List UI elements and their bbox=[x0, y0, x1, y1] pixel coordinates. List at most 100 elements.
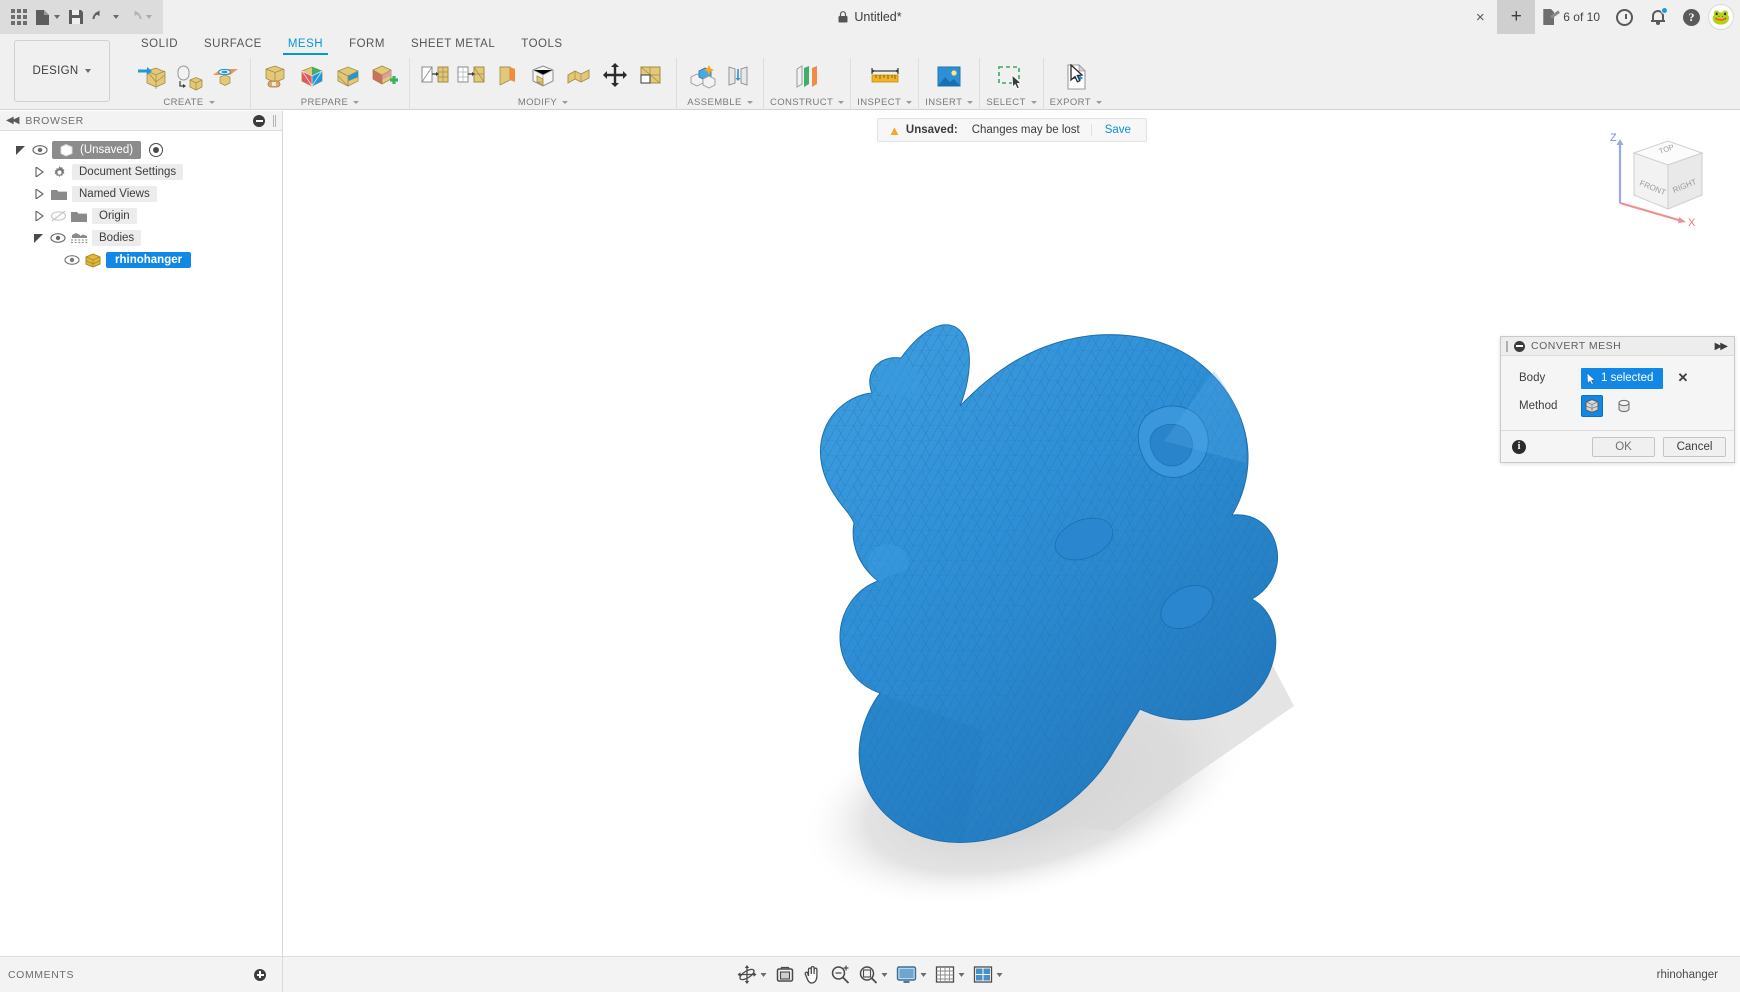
body-selection-chip[interactable]: 1 selected bbox=[1581, 367, 1664, 389]
history-button[interactable] bbox=[1608, 0, 1641, 34]
offset-plane-icon[interactable] bbox=[790, 60, 824, 94]
zoom-icon[interactable] bbox=[827, 962, 854, 988]
panel-label-insert[interactable]: INSERT bbox=[925, 96, 974, 108]
workspace-switcher[interactable]: DESIGN bbox=[14, 40, 110, 102]
tab-form[interactable]: FORM bbox=[336, 34, 398, 55]
new-document-button[interactable] bbox=[32, 4, 63, 30]
collapse-icon[interactable] bbox=[1514, 340, 1525, 352]
measure-icon[interactable] bbox=[868, 60, 902, 94]
apps-grid-button[interactable] bbox=[6, 4, 32, 30]
expander-right-icon[interactable] bbox=[32, 167, 46, 177]
mesh-plane-icon[interactable] bbox=[208, 60, 242, 94]
minimize-icon[interactable] bbox=[253, 114, 265, 127]
visibility-eye-hidden-icon[interactable] bbox=[50, 209, 67, 223]
undo-button[interactable] bbox=[89, 4, 122, 30]
dialog-grip[interactable] bbox=[1506, 340, 1508, 352]
tab-sheet-metal[interactable]: SHEET METAL bbox=[398, 34, 508, 55]
forward-arrows-icon[interactable]: ▶▶ bbox=[1715, 341, 1729, 352]
close-tab-button[interactable]: × bbox=[1463, 0, 1497, 34]
visibility-eye-icon[interactable] bbox=[64, 254, 80, 267]
expander-down-icon[interactable] bbox=[14, 145, 28, 155]
mesh-separate-icon[interactable] bbox=[454, 60, 488, 94]
root-node-chip[interactable]: (Unsaved) bbox=[52, 141, 142, 159]
expander-right-icon[interactable] bbox=[32, 211, 46, 221]
insert-image-icon[interactable] bbox=[932, 60, 966, 94]
export-icon[interactable] bbox=[1059, 60, 1093, 94]
tab-surface[interactable]: SURFACE bbox=[191, 34, 275, 55]
ok-button[interactable]: OK bbox=[1592, 436, 1655, 457]
title-bar: Untitled* × + 6 of 10 ? 🐸 bbox=[0, 0, 1740, 34]
panel-label-select[interactable]: SELECT bbox=[986, 96, 1037, 108]
expander-right-icon[interactable] bbox=[32, 189, 46, 199]
joint-icon[interactable] bbox=[721, 60, 755, 94]
look-at-icon[interactable] bbox=[772, 962, 799, 988]
notifications-button[interactable] bbox=[1641, 0, 1675, 34]
new-component-icon[interactable] bbox=[685, 60, 719, 94]
save-button[interactable] bbox=[63, 4, 89, 30]
mesh-reduce-icon[interactable] bbox=[331, 60, 365, 94]
mesh-remesh-icon[interactable] bbox=[295, 60, 329, 94]
tab-solid[interactable]: SOLID bbox=[128, 34, 191, 55]
select-window-icon[interactable] bbox=[994, 60, 1028, 94]
tree-item-origin[interactable]: Origin bbox=[0, 205, 282, 227]
new-tab-button[interactable]: + bbox=[1497, 0, 1536, 34]
tree-item-document-settings[interactable]: Document Settings bbox=[0, 161, 282, 183]
clear-selection-icon[interactable]: ✕ bbox=[1677, 370, 1688, 386]
tree-item-bodies[interactable]: Bodies bbox=[0, 227, 282, 249]
clock-history-icon bbox=[1616, 8, 1633, 26]
redo-button[interactable] bbox=[122, 4, 155, 30]
visibility-eye-icon[interactable] bbox=[50, 232, 66, 245]
viewport[interactable]: ▲ Unsaved: Changes may be lost Save Z X … bbox=[284, 111, 1740, 956]
mesh-reverse-normal-icon[interactable] bbox=[490, 60, 524, 94]
panel-label-assemble[interactable]: ASSEMBLE bbox=[687, 96, 753, 108]
display-settings-icon[interactable] bbox=[893, 962, 931, 988]
orbit-icon[interactable] bbox=[734, 962, 771, 988]
panel-label-prepare[interactable]: PREPARE bbox=[301, 96, 360, 108]
frog-avatar[interactable]: 🐸 bbox=[1708, 4, 1734, 30]
organic-method-icon[interactable] bbox=[1613, 395, 1635, 417]
comments-panel-header[interactable]: COMMENTS bbox=[0, 957, 283, 992]
panel-label-export[interactable]: EXPORT bbox=[1050, 96, 1102, 108]
visibility-eye-icon[interactable] bbox=[32, 144, 48, 157]
zoom-window-icon[interactable] bbox=[855, 962, 892, 988]
panel-construct: CONSTRUCT bbox=[763, 58, 850, 110]
info-icon[interactable]: i bbox=[1512, 439, 1526, 454]
view-cube[interactable]: Z X TOP FRONT RIGHT bbox=[1602, 127, 1722, 227]
tree-item-unsaved[interactable]: (Unsaved) bbox=[0, 139, 282, 161]
panel-label-create[interactable]: CREATE bbox=[163, 96, 215, 108]
tree-item-rhinohanger[interactable]: rhinohanger bbox=[0, 249, 282, 271]
collapse-left-icon[interactable]: ◀◀ bbox=[6, 115, 19, 126]
mesh-to-brep-icon[interactable] bbox=[172, 60, 206, 94]
mesh-merge-icon[interactable] bbox=[367, 60, 401, 94]
mesh-extrude-icon[interactable] bbox=[562, 60, 596, 94]
viewport-layout-icon[interactable] bbox=[970, 962, 1007, 988]
add-comment-icon[interactable] bbox=[254, 968, 266, 981]
help-button[interactable]: ? bbox=[1675, 0, 1708, 34]
cancel-button[interactable]: Cancel bbox=[1663, 436, 1726, 457]
panel-resize-grip[interactable] bbox=[273, 114, 276, 127]
dialog-row-body: Body 1 selected ✕ bbox=[1501, 364, 1734, 392]
faceted-method-icon[interactable] bbox=[1581, 395, 1603, 417]
mesh-plane-cut-icon[interactable] bbox=[418, 60, 452, 94]
mesh-section-icon[interactable] bbox=[634, 60, 668, 94]
tree-item-named-views[interactable]: Named Views bbox=[0, 183, 282, 205]
panel-label-construct[interactable]: CONSTRUCT bbox=[770, 96, 845, 108]
rhinohanger-mesh-body[interactable] bbox=[284, 111, 1740, 956]
panel-label-modify[interactable]: MODIFY bbox=[518, 96, 569, 108]
create-mesh-icon[interactable] bbox=[136, 60, 170, 94]
expander-down-icon[interactable] bbox=[32, 233, 46, 243]
mesh-delete-faces-icon[interactable] bbox=[526, 60, 560, 94]
job-status-button[interactable]: 6 of 10 bbox=[1535, 0, 1608, 34]
mesh-move-icon[interactable] bbox=[598, 60, 632, 94]
browser-header: ◀◀ BROWSER bbox=[0, 111, 282, 131]
activate-component-icon[interactable] bbox=[149, 143, 164, 157]
tree-label-bodies: Bodies bbox=[92, 230, 142, 246]
panel-label-inspect[interactable]: INSPECT bbox=[857, 96, 913, 108]
grid-snaps-icon[interactable] bbox=[932, 962, 969, 988]
dialog-header[interactable]: CONVERT MESH ▶▶ bbox=[1501, 337, 1734, 356]
mesh-repair-icon[interactable] bbox=[259, 60, 293, 94]
gear-icon bbox=[50, 164, 68, 180]
tab-tools[interactable]: TOOLS bbox=[508, 34, 575, 55]
pan-icon[interactable] bbox=[800, 962, 826, 988]
tab-mesh[interactable]: MESH bbox=[275, 34, 336, 55]
